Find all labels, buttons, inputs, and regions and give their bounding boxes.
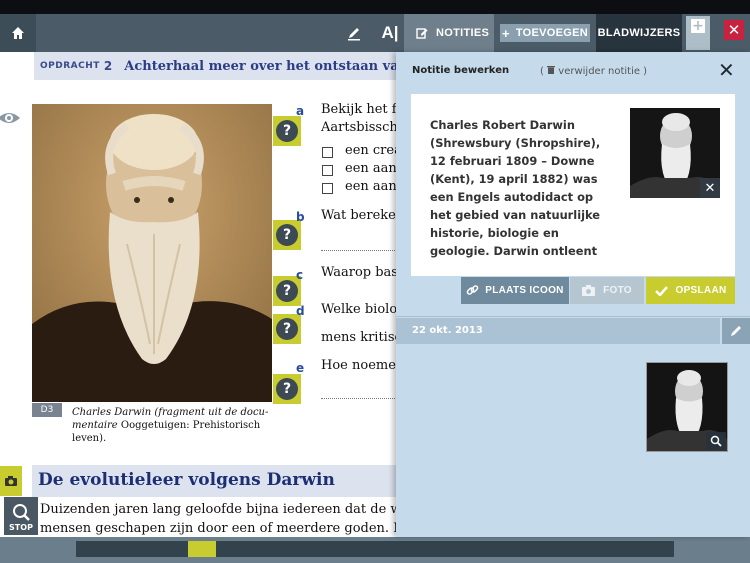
- help-button-a[interactable]: ?: [273, 116, 301, 146]
- pencil-icon: [731, 326, 741, 336]
- question-b-text: Wat bereken: [321, 208, 405, 223]
- tab-bookmarks-label: BLADWIJZERS: [597, 27, 681, 39]
- zoom-icon[interactable]: [706, 432, 726, 450]
- body-text: Duizenden jaren lang geloofde bijna iede…: [40, 500, 400, 538]
- remove-image-icon[interactable]: ✕: [700, 178, 720, 198]
- add-note-button[interactable]: + TOEVOEGEN: [500, 24, 590, 42]
- help-button-e[interactable]: ?: [273, 374, 301, 404]
- note-date: 22 okt. 2013: [412, 325, 483, 336]
- place-icon-label: PLAATS ICOON: [485, 285, 564, 296]
- body-line: mensen geschapen zijn door een of meerde…: [40, 521, 400, 536]
- save-label: OPSLAAN: [675, 285, 727, 296]
- photo-caption: Charles Darwin (fragment uit de docu-men…: [72, 406, 272, 445]
- tab-notes[interactable]: NOTITIES: [404, 14, 494, 52]
- camera-icon: [582, 285, 596, 296]
- question-a-line2: Aartsbisscho: [321, 120, 406, 135]
- help-icon: ?: [276, 378, 298, 400]
- assignment-number: 2: [103, 59, 113, 73]
- notes-icon: [416, 28, 428, 39]
- save-button[interactable]: OPSLAAN: [646, 277, 735, 304]
- help-icon: ?: [276, 318, 298, 340]
- question-e-text: Hoe noemen: [321, 358, 405, 373]
- photo-label: FOTO: [603, 285, 632, 296]
- text-tool-button[interactable]: A|: [376, 14, 404, 52]
- option-checkbox[interactable]: [322, 183, 333, 194]
- edit-note-button[interactable]: [722, 318, 750, 344]
- assignment-title: Achterhaal meer over het ontstaan van de…: [124, 58, 400, 74]
- plus-icon: +: [691, 18, 705, 34]
- help-icon: ?: [276, 280, 298, 302]
- stop-search-button[interactable]: STOP: [4, 497, 38, 535]
- help-button-d[interactable]: ?: [273, 314, 301, 344]
- photo-tag: D3: [32, 403, 62, 417]
- darwin-portrait: [32, 104, 272, 402]
- check-icon: [654, 286, 668, 296]
- delete-note-button[interactable]: ( verwijder notitie ): [540, 65, 647, 77]
- help-icon: ?: [276, 224, 298, 246]
- page-slider-track[interactable]: [76, 541, 674, 557]
- plus-icon: +: [501, 25, 510, 41]
- pen-icon: [348, 28, 360, 41]
- add-bookmark-button[interactable]: +: [686, 16, 710, 50]
- delete-note-label: verwijder notitie: [558, 66, 640, 77]
- camera-icon[interactable]: [0, 466, 22, 496]
- close-panel-button[interactable]: ✕: [724, 20, 744, 40]
- tab-notes-label: NOTITIES: [436, 27, 490, 39]
- home-button[interactable]: [0, 14, 36, 52]
- add-note-label: TOEVOEGEN: [515, 27, 589, 39]
- pen-tool-button[interactable]: [338, 14, 370, 52]
- question-letter-b: b: [296, 210, 305, 224]
- assignment-header: OPDRACHT 2 Achterhaal meer over het onts…: [34, 52, 400, 80]
- magnifier-icon: [13, 504, 30, 521]
- answer-line[interactable]: [321, 398, 401, 399]
- home-icon: [12, 27, 24, 39]
- option-checkbox[interactable]: [322, 165, 333, 176]
- panel-title: Notitie bewerken: [412, 65, 510, 76]
- note-text[interactable]: Charles Robert Darwin (Shrewsbury (Shrop…: [430, 116, 610, 262]
- question-c-text: Waarop base: [321, 265, 406, 280]
- question-letter-c: c: [296, 268, 304, 282]
- assignment-label: OPDRACHT: [40, 61, 100, 71]
- stop-label: STOP: [9, 523, 33, 532]
- page-slider-thumb[interactable]: [188, 541, 216, 557]
- option-checkbox[interactable]: [322, 147, 333, 158]
- help-button-b[interactable]: ?: [273, 220, 301, 250]
- trash-icon: [547, 66, 558, 77]
- section-title: De evolutieleer volgens Darwin: [38, 470, 335, 490]
- question-letter-a: a: [296, 104, 305, 118]
- body-line: Duizenden jaren lang geloofde bijna iede…: [40, 502, 400, 517]
- answer-line[interactable]: [321, 250, 401, 251]
- question-letter-e: e: [296, 361, 305, 375]
- tab-bookmarks[interactable]: BLADWIJZERS: [596, 14, 682, 52]
- eye-icon[interactable]: [0, 106, 20, 130]
- photo-button[interactable]: FOTO: [570, 277, 644, 304]
- close-note-icon[interactable]: ✕: [718, 58, 735, 82]
- link-icon: [466, 285, 479, 295]
- divider: [396, 316, 750, 317]
- question-d-text: Welke bioloc: [321, 302, 405, 317]
- question-letter-d: d: [296, 304, 305, 318]
- place-icon-button[interactable]: PLAATS ICOON: [461, 277, 569, 304]
- help-icon: ?: [276, 120, 298, 142]
- status-bar: [0, 0, 750, 14]
